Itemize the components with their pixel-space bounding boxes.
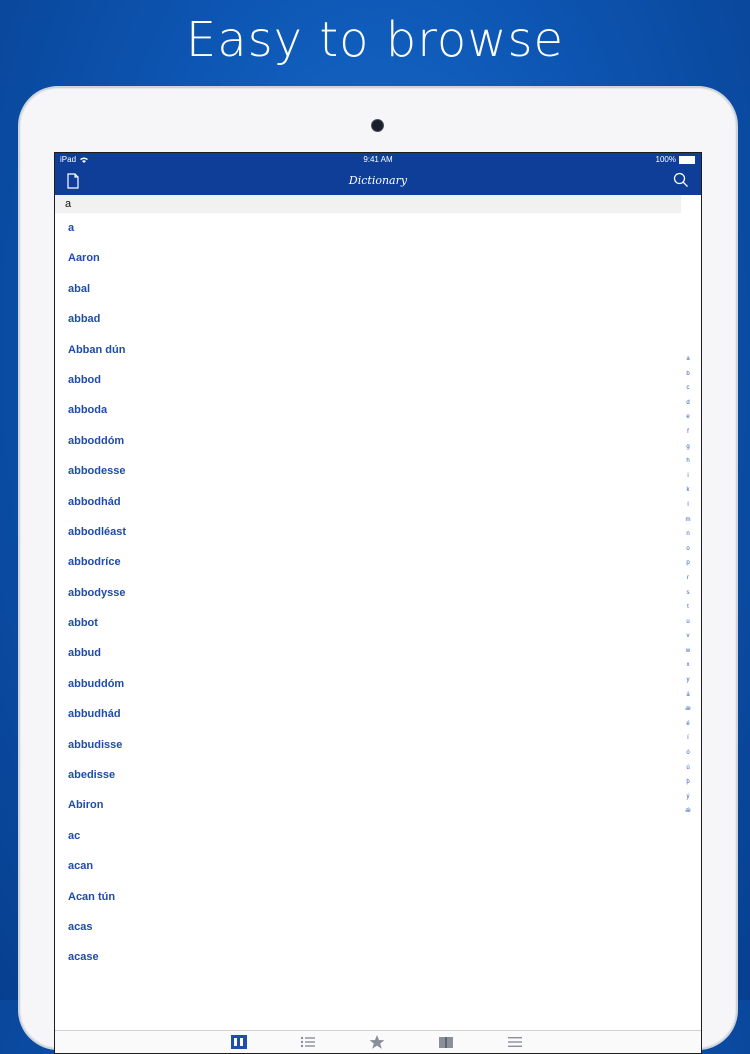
list-item[interactable]: abbudisse bbox=[55, 730, 701, 760]
index-letter[interactable]: m bbox=[686, 513, 691, 528]
list-item[interactable]: ac bbox=[55, 821, 701, 851]
index-letter[interactable]: á bbox=[686, 688, 689, 703]
list-item[interactable]: abbodesse bbox=[55, 456, 701, 486]
navigation-bar: Dictionary bbox=[55, 167, 701, 195]
camera bbox=[371, 119, 384, 132]
index-letter[interactable]: ú bbox=[686, 761, 689, 776]
app-screen: iPad 9:41 AM 100% Dictionary a a Aaron a… bbox=[54, 152, 702, 1054]
list-item[interactable]: abbuddóm bbox=[55, 669, 701, 699]
list-item[interactable]: abbod bbox=[55, 365, 701, 395]
index-letter[interactable]: x bbox=[687, 658, 690, 673]
list-item[interactable]: abbodléast bbox=[55, 517, 701, 547]
list-item[interactable]: abbodysse bbox=[55, 578, 701, 608]
tab-bar bbox=[55, 1030, 701, 1053]
list-item[interactable]: abbodríce bbox=[55, 547, 701, 577]
alphabet-index[interactable]: abcdefghiklmnoprstuvwxyáæéíóúþýǽ bbox=[683, 352, 693, 819]
headline: Easy to browse bbox=[185, 12, 565, 68]
index-letter[interactable]: þ bbox=[686, 775, 689, 790]
entry-list: a Aaron abal abbad Abban dún abbod abboda abbod… bbox=[55, 213, 701, 973]
browse-icon[interactable] bbox=[231, 1035, 247, 1049]
list-item[interactable]: abal bbox=[55, 274, 701, 304]
list-item[interactable]: acan bbox=[55, 851, 701, 881]
index-letter[interactable]: v bbox=[687, 629, 690, 644]
status-bar: iPad 9:41 AM 100% bbox=[55, 153, 701, 167]
list-item[interactable]: abbudhád bbox=[55, 699, 701, 729]
index-letter[interactable]: e bbox=[686, 410, 689, 425]
index-letter[interactable]: r bbox=[687, 571, 689, 586]
list-item[interactable]: acase bbox=[55, 942, 701, 972]
battery-icon bbox=[679, 155, 695, 164]
index-letter[interactable]: f bbox=[687, 425, 689, 440]
menu-icon[interactable] bbox=[507, 1035, 523, 1049]
index-letter[interactable]: í bbox=[687, 731, 689, 746]
index-letter[interactable]: u bbox=[686, 615, 689, 630]
nav-title: Dictionary bbox=[348, 174, 408, 187]
list-item[interactable]: acas bbox=[55, 912, 701, 942]
index-letter[interactable]: s bbox=[687, 586, 690, 601]
index-letter[interactable]: g bbox=[686, 440, 689, 455]
index-letter[interactable]: o bbox=[686, 542, 689, 557]
list-item[interactable]: abbodhád bbox=[55, 487, 701, 517]
section-header: a bbox=[55, 195, 681, 213]
list-item[interactable]: a bbox=[55, 213, 701, 243]
index-letter[interactable]: ǽ bbox=[685, 804, 690, 819]
index-letter[interactable]: h bbox=[686, 454, 689, 469]
search-icon[interactable] bbox=[673, 172, 689, 188]
list-item[interactable]: Aaron bbox=[55, 243, 701, 273]
index-letter[interactable]: b bbox=[686, 367, 689, 382]
battery-percent: 100% bbox=[655, 155, 676, 164]
list-item[interactable]: abbad bbox=[55, 304, 701, 334]
list-item[interactable]: Abban dún bbox=[55, 335, 701, 365]
list-item[interactable]: Acan tún bbox=[55, 882, 701, 912]
index-letter[interactable]: a bbox=[686, 352, 689, 367]
index-letter[interactable]: t bbox=[687, 600, 689, 615]
list-item[interactable]: abedisse bbox=[55, 760, 701, 790]
status-time: 9:41 AM bbox=[363, 155, 393, 164]
index-letter[interactable]: ý bbox=[687, 790, 690, 805]
ipad-frame: iPad 9:41 AM 100% Dictionary a a Aaron a… bbox=[18, 86, 738, 1054]
book-icon[interactable] bbox=[438, 1035, 454, 1049]
index-letter[interactable]: æ bbox=[685, 702, 690, 717]
list-item[interactable]: abboddóm bbox=[55, 426, 701, 456]
index-letter[interactable]: p bbox=[686, 556, 689, 571]
index-letter[interactable]: d bbox=[686, 396, 689, 411]
index-letter[interactable]: c bbox=[687, 381, 690, 396]
list-item[interactable]: Abiron bbox=[55, 790, 701, 820]
index-letter[interactable]: é bbox=[686, 717, 689, 732]
index-letter[interactable]: i bbox=[687, 469, 688, 484]
star-icon[interactable] bbox=[369, 1035, 385, 1049]
index-letter[interactable]: w bbox=[686, 644, 690, 659]
list-item[interactable]: abbot bbox=[55, 608, 701, 638]
index-letter[interactable]: l bbox=[687, 498, 688, 513]
index-letter[interactable]: k bbox=[687, 483, 690, 498]
status-battery: 100% bbox=[656, 155, 695, 164]
list-item[interactable]: abboda bbox=[55, 395, 701, 425]
index-letter[interactable]: n bbox=[686, 527, 689, 542]
index-letter[interactable]: ó bbox=[686, 746, 689, 761]
index-letter[interactable]: y bbox=[687, 673, 690, 688]
list-item[interactable]: abbud bbox=[55, 638, 701, 668]
list-icon[interactable] bbox=[300, 1035, 316, 1049]
